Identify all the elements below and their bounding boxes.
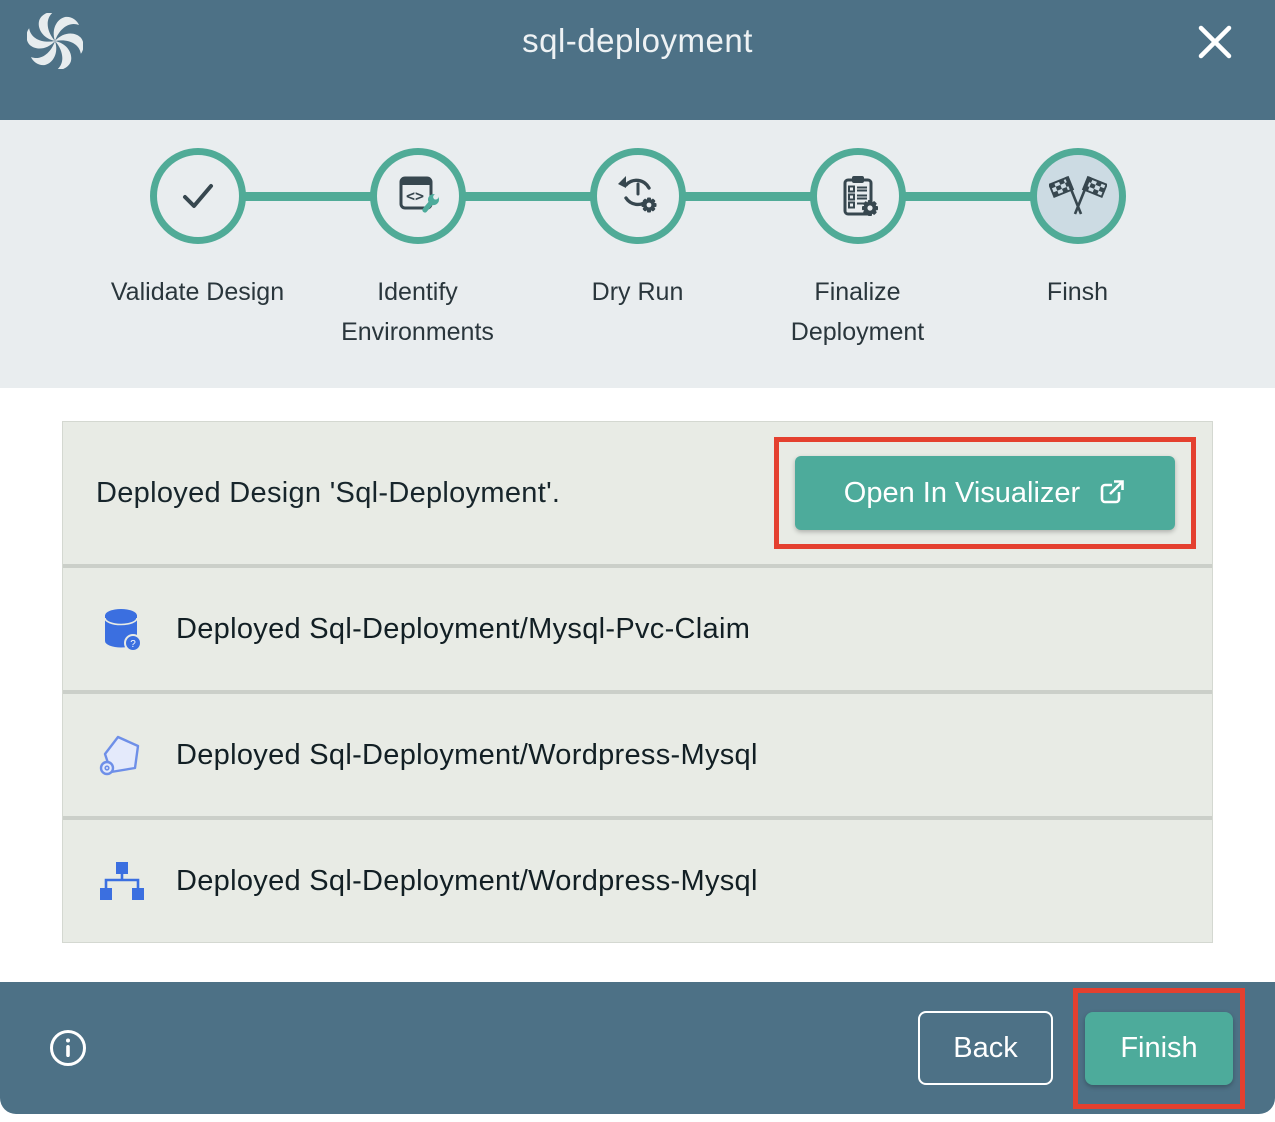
step-label: Validate Design [111, 272, 284, 312]
code-wrench-icon: <> [394, 172, 442, 220]
result-text: Deployed Sql-Deployment/Mysql-Pvc-Claim [176, 613, 750, 646]
results-content: Deployed Design 'Sql-Deployment'. Open I… [0, 388, 1275, 982]
result-text: Deployed Sql-Deployment/Wordpress-Mysql [176, 865, 758, 898]
check-icon [175, 173, 221, 219]
clipboard-gear-icon [834, 172, 882, 220]
pod-icon [98, 732, 145, 779]
stepper: Validate Design <> Identify [0, 120, 1275, 388]
back-button[interactable]: Back [918, 1011, 1053, 1085]
step-identify-environments: <> Identify Environments [308, 148, 528, 352]
modal-footer: Back Finish [0, 982, 1275, 1114]
results-list: Deployed Design 'Sql-Deployment'. Open I… [62, 421, 1213, 943]
deployment-modal: sql-deployment Validate Design [0, 0, 1275, 1114]
visualizer-button-label: Open In Visualizer [844, 477, 1080, 510]
deployment-hierarchy-icon [98, 858, 145, 905]
design-result-row: Deployed Design 'Sql-Deployment'. Open I… [63, 422, 1212, 564]
step-finish: Finsh [968, 148, 1188, 352]
step-label: Identify Environments [323, 272, 513, 352]
persistent-volume-claim-icon: ? [98, 606, 145, 653]
svg-text:?: ? [130, 639, 136, 650]
result-row-pod: Deployed Sql-Deployment/Wordpress-Mysql [63, 694, 1212, 816]
step-label: Finalize Deployment [763, 272, 953, 352]
finish-highlight-box: Finish [1073, 988, 1245, 1109]
step-dry-run: Dry Run [528, 148, 748, 352]
finish-button[interactable]: Finish [1085, 1012, 1233, 1085]
external-link-icon [1096, 478, 1126, 508]
finish-flags-icon [1049, 170, 1107, 222]
result-text: Deployed Sql-Deployment/Wordpress-Mysql [176, 739, 758, 772]
result-row-deployment: Deployed Sql-Deployment/Wordpress-Mysql [63, 820, 1212, 942]
step-validate-design: Validate Design [88, 148, 308, 352]
svg-text:<>: <> [405, 187, 423, 205]
step-label: Finsh [1047, 272, 1108, 312]
step-finalize-deployment: Finalize Deployment [748, 148, 968, 352]
info-icon[interactable] [48, 1028, 88, 1068]
visualizer-highlight-box: Open In Visualizer [774, 437, 1196, 549]
close-icon[interactable] [1193, 20, 1237, 64]
modal-header: sql-deployment [0, 0, 1275, 120]
step-label: Dry Run [592, 272, 684, 312]
page-title: sql-deployment [0, 22, 1275, 60]
open-in-visualizer-button[interactable]: Open In Visualizer [795, 456, 1175, 530]
design-message: Deployed Design 'Sql-Deployment'. [96, 477, 560, 510]
sync-gear-icon [614, 172, 662, 220]
result-row-pvc: ? Deployed Sql-Deployment/Mysql-Pvc-Clai… [63, 568, 1212, 690]
